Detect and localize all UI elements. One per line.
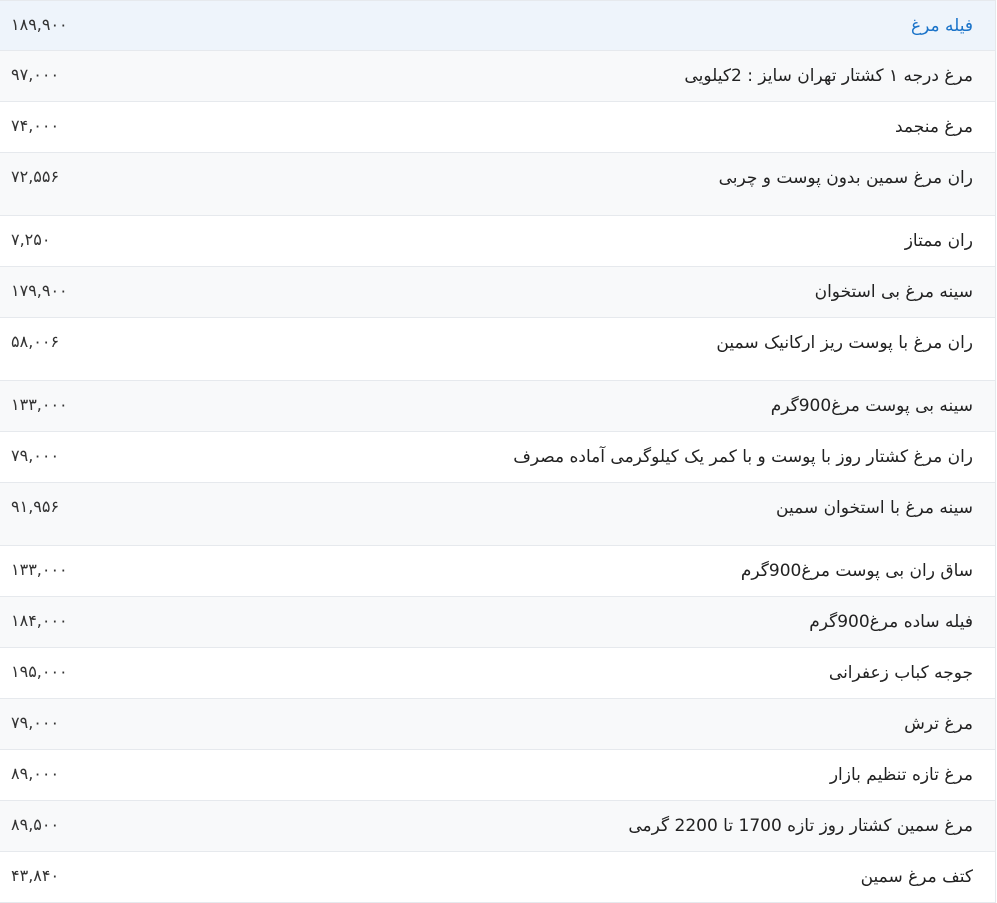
price-cell: ۸۹,۰۰۰ [11, 764, 60, 783]
product-name: جوجه کباب زعفرانی [828, 663, 973, 683]
price-cell: ۹۱,۹۵۶ [11, 497, 60, 516]
table-row: ۱۳۳,۰۰۰ ساق ران بی پوست مرغ900گرم [0, 546, 995, 597]
price-cell: ۴۳,۸۴۰ [11, 866, 60, 885]
table-row: ۱۳۳,۰۰۰ سینه بی پوست مرغ900گرم [0, 381, 995, 432]
price-cell: ۷۲,۵۵۶ [11, 167, 60, 186]
table-row: ۷,۲۵۰ ران ممتاز [0, 216, 995, 267]
table-row: ۱۸۹,۹۰۰ فیله مرغ [0, 0, 995, 51]
product-name: فیله ساده مرغ900گرم [809, 612, 973, 632]
price-cell: ۱۸۴,۰۰۰ [11, 611, 68, 630]
table-row: ۹۱,۹۵۶ سینه مرغ با استخوان سمین [0, 483, 995, 546]
table-row: ۵۸,۰۰۶ ران مرغ با پوست ریز ارکانیک سمین [0, 318, 995, 381]
product-name: ران ممتاز [904, 231, 973, 251]
product-name: کتف مرغ سمین [860, 867, 973, 887]
table-row: ۸۹,۰۰۰ مرغ تازه تنظیم بازار [0, 750, 995, 801]
price-cell: ۱۷۹,۹۰۰ [11, 281, 68, 300]
product-name: مرغ تازه تنظیم بازار [829, 765, 973, 785]
price-cell: ۱۳۳,۰۰۰ [11, 560, 68, 579]
product-name: سینه بی پوست مرغ900گرم [770, 396, 973, 416]
product-name: مرغ سمین کشتار روز تازه 1700 تا 2200 گرم… [628, 816, 973, 836]
table-row: ۹۷,۰۰۰ مرغ درجه ۱ کشتار تهران سایز : 2کی… [0, 51, 995, 102]
price-cell: ۸۹,۵۰۰ [11, 815, 60, 834]
table-row: ۷۲,۵۵۶ ران مرغ سمین بدون پوست و چربی [0, 153, 995, 216]
price-cell: ۷,۲۵۰ [11, 230, 51, 249]
price-cell: ۱۹۵,۰۰۰ [11, 662, 68, 681]
table-row: ۱۹۵,۰۰۰ جوجه کباب زعفرانی [0, 648, 995, 699]
table-row: ۷۹,۰۰۰ ران مرغ کشتار روز با پوست و با کم… [0, 432, 995, 483]
product-name: ران مرغ با پوست ریز ارکانیک سمین [716, 333, 973, 353]
table-row: ۱۸۴,۰۰۰ فیله ساده مرغ900گرم [0, 597, 995, 648]
product-name: مرغ ترش [904, 714, 973, 734]
product-name: مرغ درجه ۱ کشتار تهران سایز : 2کیلویی [684, 66, 973, 86]
price-cell: ۱۳۳,۰۰۰ [11, 395, 68, 414]
product-name: ساق ران بی پوست مرغ900گرم [740, 561, 973, 581]
table-row: ۷۹,۰۰۰ مرغ ترش [0, 699, 995, 750]
table-row: ۸۹,۵۰۰ مرغ سمین کشتار روز تازه 1700 تا 2… [0, 801, 995, 852]
price-cell: ۹۷,۰۰۰ [11, 65, 60, 84]
price-cell: ۱۸۹,۹۰۰ [11, 15, 68, 34]
table-row: ۴۳,۸۴۰ کتف مرغ سمین [0, 852, 995, 903]
price-cell: ۵۸,۰۰۶ [11, 332, 60, 351]
product-name: سینه مرغ با استخوان سمین [776, 498, 973, 518]
product-name: مرغ منجمد [895, 117, 973, 137]
product-name: ران مرغ کشتار روز با پوست و با کمر یک کی… [513, 447, 973, 467]
table-row: ۱۷۹,۹۰۰ سینه مرغ بی استخوان [0, 267, 995, 318]
product-name-link[interactable]: فیله مرغ [131, 1, 995, 50]
product-name: ران مرغ سمین بدون پوست و چربی [718, 168, 973, 188]
table-row: ۷۴,۰۰۰ مرغ منجمد [0, 102, 995, 153]
price-table: ۱۸۹,۹۰۰ فیله مرغ ۹۷,۰۰۰ مرغ درجه ۱ کشتار… [0, 0, 996, 903]
price-cell: ۷۴,۰۰۰ [11, 116, 60, 135]
price-cell: ۷۹,۰۰۰ [11, 713, 60, 732]
product-name: سینه مرغ بی استخوان [814, 282, 973, 302]
price-cell: ۷۹,۰۰۰ [11, 446, 60, 465]
